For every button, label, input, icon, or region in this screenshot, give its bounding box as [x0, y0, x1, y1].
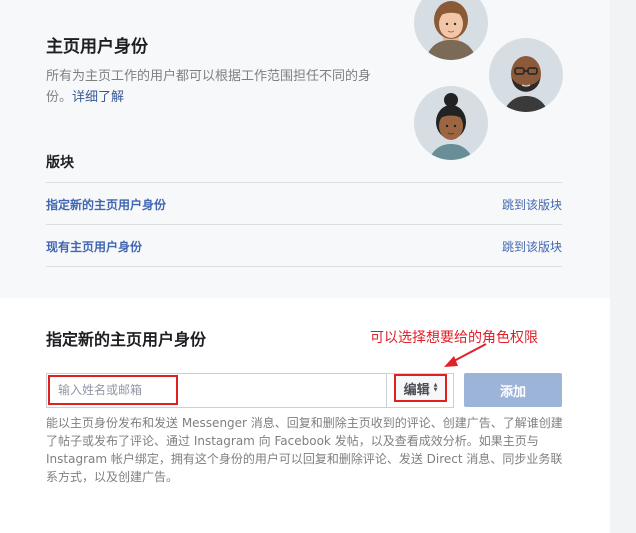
annotation-arrow-icon [444, 343, 487, 367]
divider [46, 266, 562, 267]
role-select[interactable]: 编辑 ▲ ▼ [394, 374, 447, 402]
jump-to-section-link[interactable]: 跳到该版块 [502, 238, 562, 255]
learn-more-link[interactable]: 详细了解 [72, 90, 124, 105]
section-link-existing[interactable]: 现有主页用户身份 [46, 238, 142, 255]
page-title: 主页用户身份 [46, 37, 148, 57]
divider [46, 224, 562, 225]
add-button[interactable]: 添加 [464, 373, 562, 407]
section-link-assign-new[interactable]: 指定新的主页用户身份 [46, 196, 166, 213]
section-row-existing[interactable]: 现有主页用户身份 跳到该版块 [46, 226, 562, 266]
divider [386, 373, 387, 408]
jump-to-section-link[interactable]: 跳到该版块 [502, 196, 562, 213]
role-select-value: 编辑 [403, 382, 430, 398]
name-or-email-input[interactable] [48, 375, 178, 405]
avatar-woman-bun [414, 86, 488, 160]
sections-heading: 版块 [46, 155, 74, 171]
right-strip [610, 0, 636, 533]
assign-role-title: 指定新的主页用户身份 [46, 330, 207, 349]
divider [46, 182, 562, 183]
role-help-text: 能以主页身份发布和发送 Messenger 消息、回复和删除主页收到的评论、创建… [46, 416, 563, 484]
section-row-assign-new[interactable]: 指定新的主页用户身份 跳到该版块 [46, 184, 562, 224]
sort-caret-icon: ▲ ▼ [433, 382, 438, 393]
avatar-man-beard [489, 38, 563, 112]
roles-description: 所有为主页工作的用户都可以根据工作范围担任不同的身份。详细了解 [46, 66, 391, 108]
